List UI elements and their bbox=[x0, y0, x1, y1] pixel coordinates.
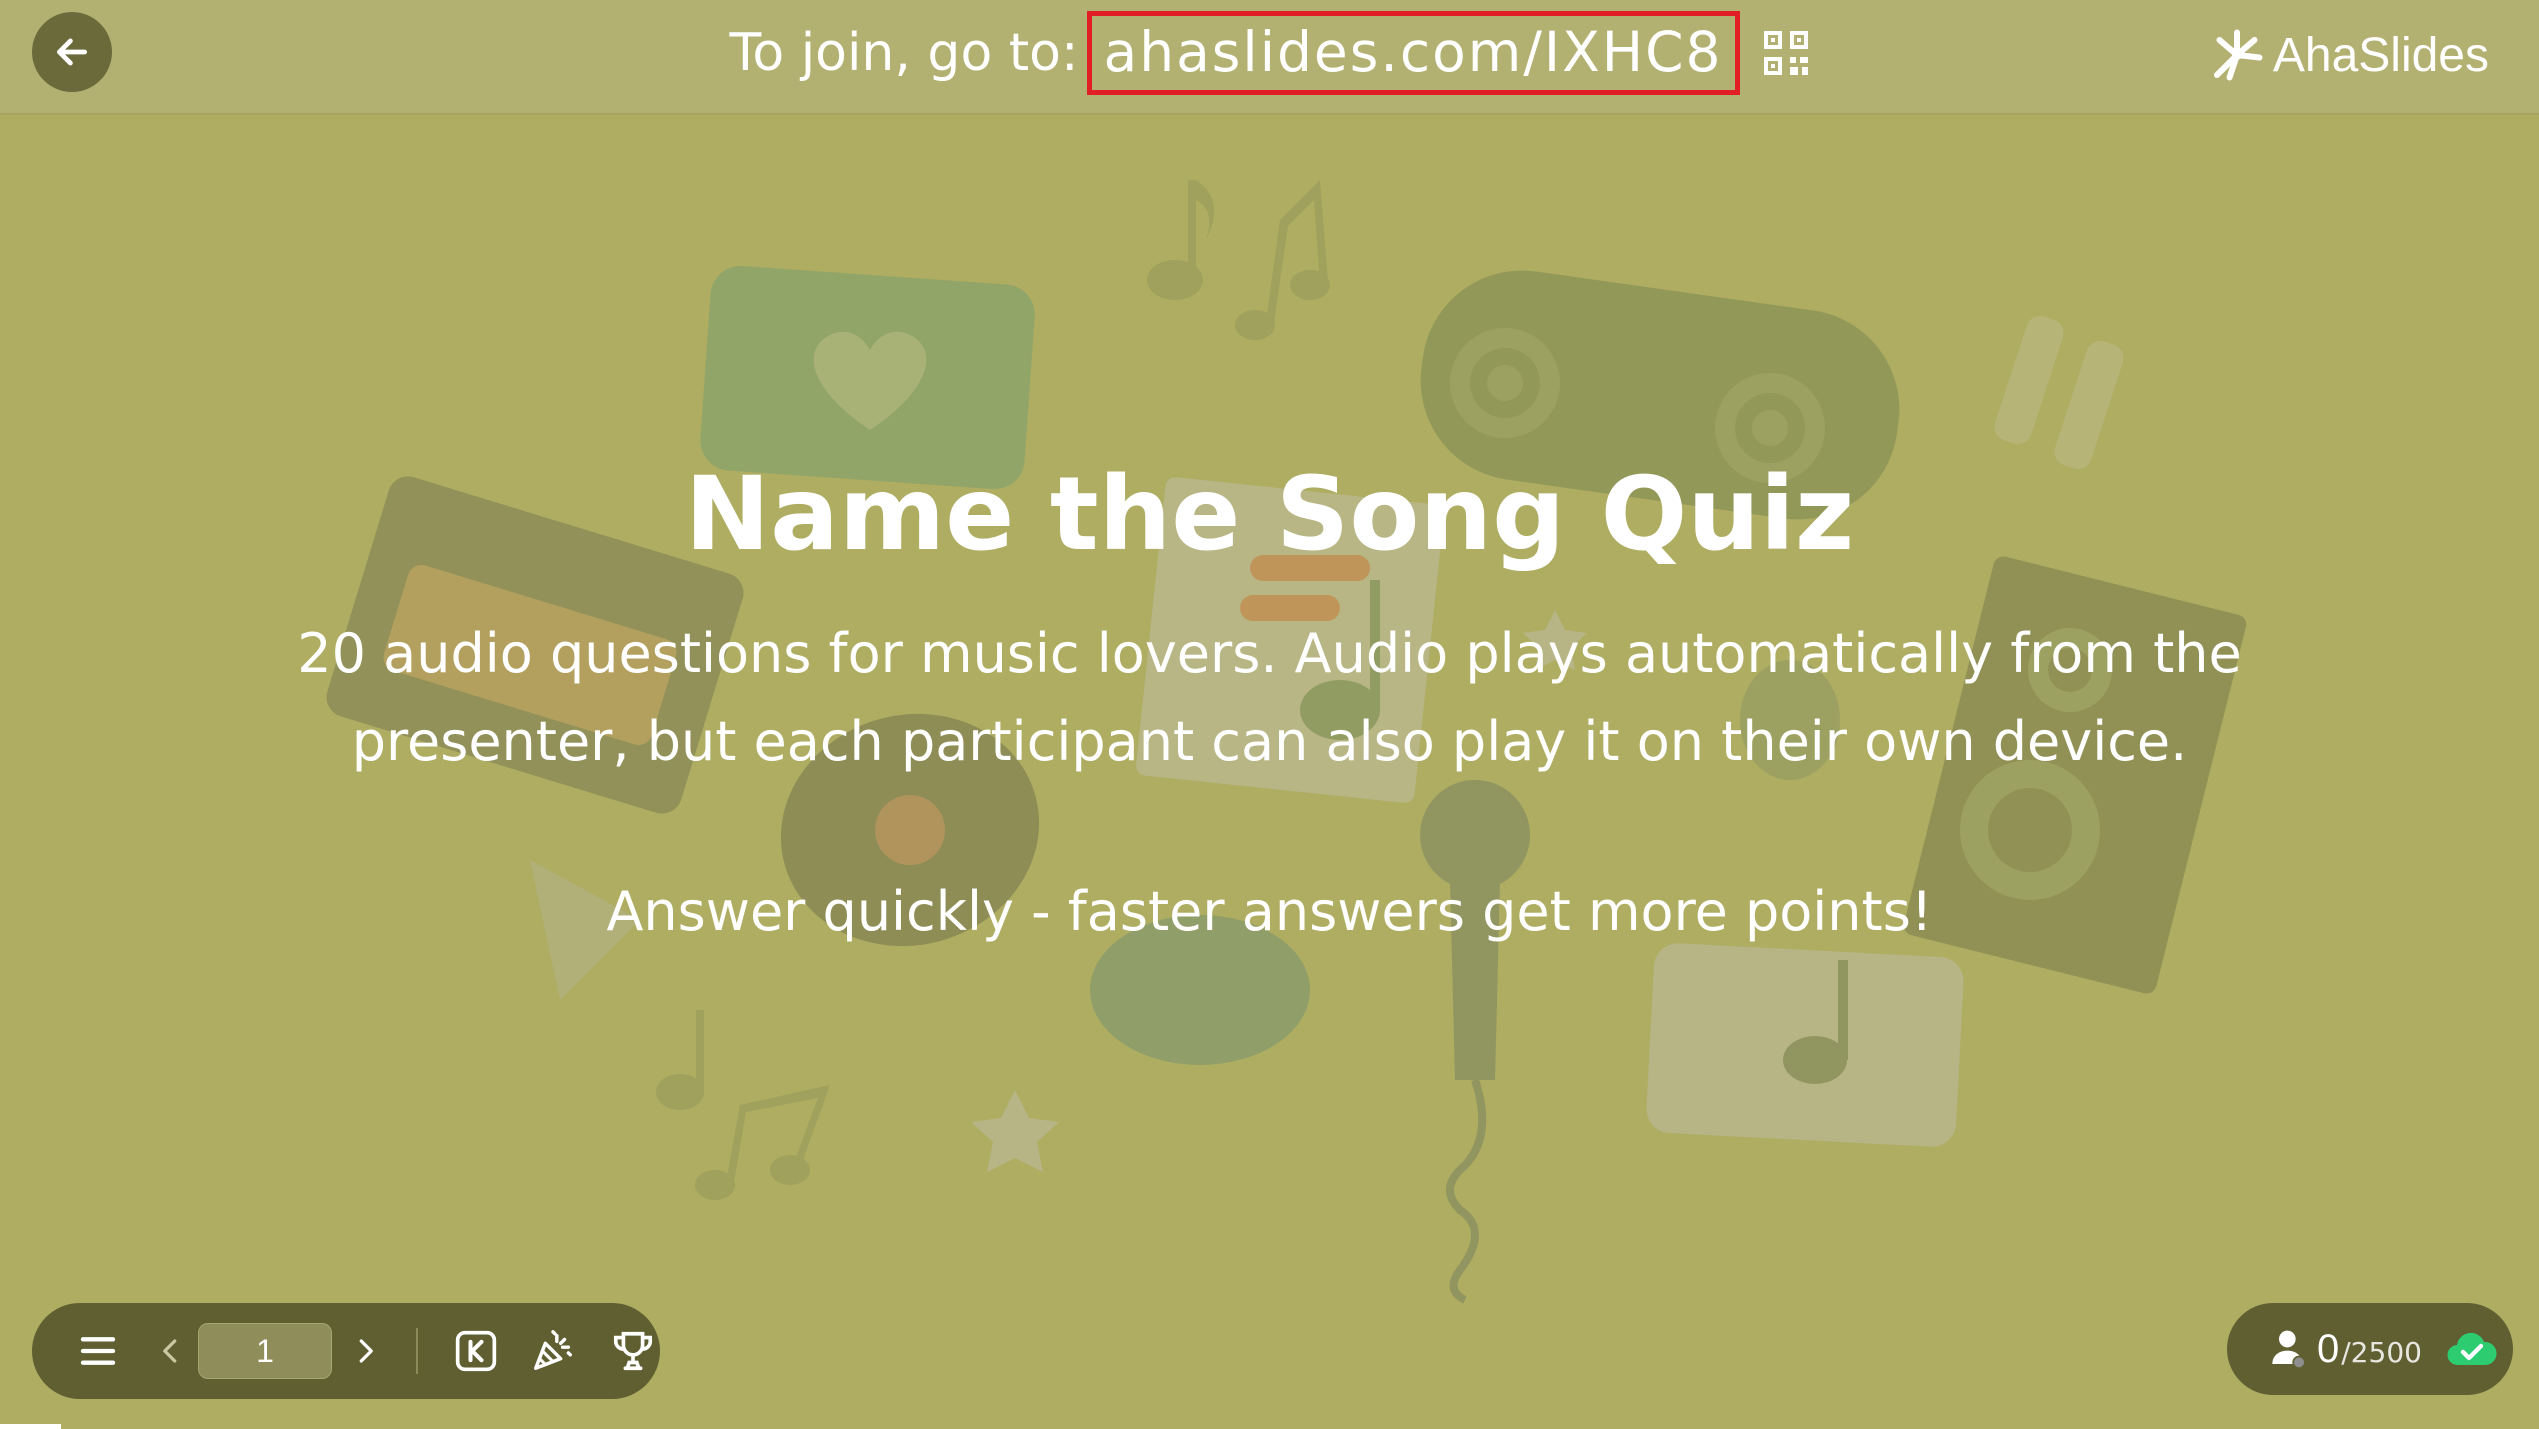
slide-title: Name the Song Quiz bbox=[684, 455, 1855, 574]
qr-code-icon[interactable] bbox=[1762, 29, 1810, 77]
ahaslides-logo-icon bbox=[2213, 29, 2263, 81]
next-slide-button[interactable] bbox=[350, 1336, 380, 1366]
participant-icon bbox=[2272, 1330, 2306, 1369]
join-url[interactable]: ahaslides.com/IXHC8 bbox=[1086, 11, 1740, 95]
presenter-toolbar bbox=[32, 1303, 660, 1399]
leaderboard-button[interactable] bbox=[610, 1328, 656, 1374]
join-instructions: To join, go to: ahaslides.com/IXHC8 bbox=[0, 0, 2539, 106]
menu-icon bbox=[80, 1337, 116, 1365]
slide-progress-fill bbox=[0, 1424, 61, 1429]
trophy-icon bbox=[613, 1331, 653, 1371]
slide-progress-bar bbox=[0, 1424, 2539, 1429]
chevron-left-icon bbox=[163, 1339, 177, 1363]
menu-button[interactable] bbox=[78, 1331, 118, 1371]
toolbar-divider bbox=[416, 1328, 418, 1374]
cloud-check-icon bbox=[2447, 1332, 2497, 1366]
slide-content: Name the Song Quiz 20 audio questions fo… bbox=[0, 450, 2539, 956]
keyboard-k-icon bbox=[455, 1330, 497, 1372]
top-bar: To join, go to: ahaslides.com/IXHC8 AhaS… bbox=[0, 0, 2539, 115]
keyboard-shortcuts-button[interactable] bbox=[454, 1329, 498, 1373]
audience-status[interactable]: 0 /2500 bbox=[2227, 1303, 2513, 1395]
slide-note: Answer quickly - faster answers get more… bbox=[606, 880, 1933, 943]
slide-description: 20 audio questions for music lovers. Aud… bbox=[297, 622, 2242, 773]
join-label: To join, go to: bbox=[729, 23, 1079, 83]
party-popper-icon bbox=[534, 1330, 572, 1370]
previous-slide-button[interactable] bbox=[156, 1336, 186, 1366]
celebrate-button[interactable] bbox=[530, 1328, 576, 1374]
page-number-input[interactable] bbox=[198, 1323, 332, 1379]
participant-count: 0 bbox=[2317, 1326, 2340, 1371]
chevron-right-icon bbox=[359, 1339, 373, 1363]
participant-limit: /2500 bbox=[2341, 1335, 2422, 1369]
brand-name: AhaSlides bbox=[2272, 28, 2489, 82]
brand-logo: AhaSlides bbox=[2207, 20, 2489, 90]
